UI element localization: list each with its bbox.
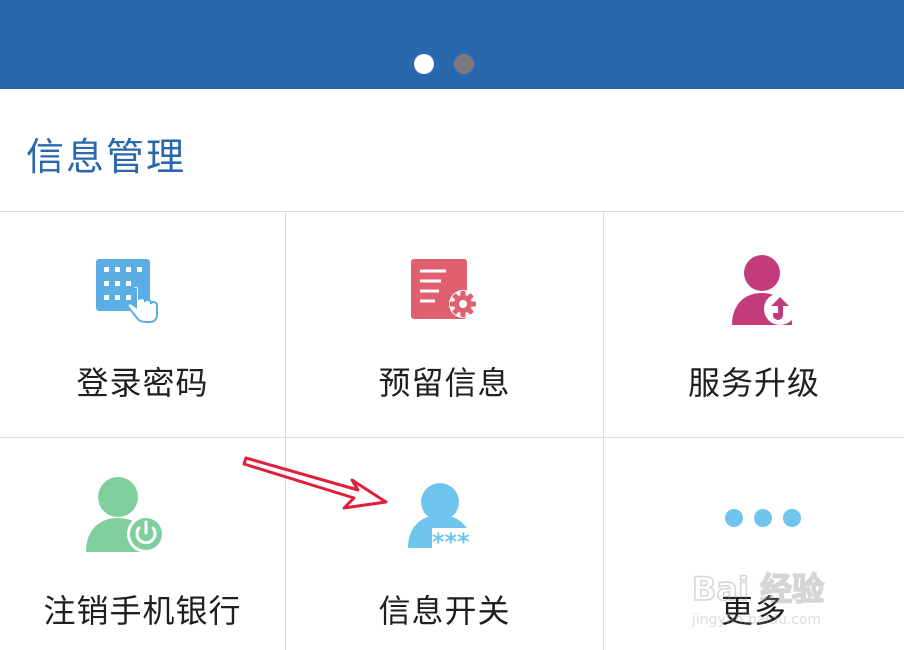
grid-item-label: 预留信息 xyxy=(378,364,511,402)
watermark-logo: Bai 经验 jingyan.baidu.com xyxy=(690,560,860,640)
grid-item-label: 信息开关 xyxy=(378,592,511,630)
svg-text:jingyan.baidu.com: jingyan.baidu.com xyxy=(691,612,821,628)
user-upgrade-icon xyxy=(732,255,796,325)
grid-item-login-password[interactable]: 登录密码 xyxy=(0,212,285,437)
annotation-arrow-icon xyxy=(242,456,388,510)
grid-item-label: 注销手机银行 xyxy=(43,592,242,630)
svg-text:Bai 经验: Bai 经验 xyxy=(692,570,824,608)
grid-item-label: 服务升级 xyxy=(687,364,820,402)
document-gear-icon xyxy=(411,259,477,319)
section-title: 信息管理 xyxy=(26,135,187,179)
pager-dot-active[interactable] xyxy=(414,54,434,74)
svg-text:***: *** xyxy=(432,528,470,550)
grid-item-service-upgrade[interactable]: 服务升级 xyxy=(604,212,904,437)
grid-item-reserved-info[interactable]: 预留信息 xyxy=(286,212,603,437)
user-password-icon: *** xyxy=(408,483,486,550)
grid-item-label: 登录密码 xyxy=(76,364,209,402)
user-power-icon xyxy=(86,477,165,553)
more-dots-icon xyxy=(725,509,801,527)
pager-dot-inactive[interactable] xyxy=(454,54,474,74)
top-banner xyxy=(0,0,904,89)
keypad-touch-icon xyxy=(96,259,158,323)
